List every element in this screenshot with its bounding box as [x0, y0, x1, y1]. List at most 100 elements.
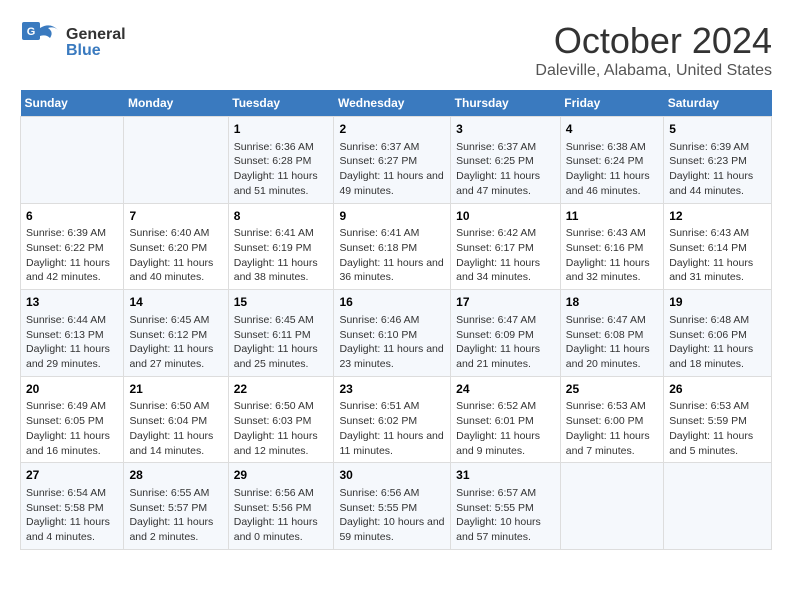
- day-info: Sunrise: 6:43 AMSunset: 6:16 PMDaylight:…: [566, 226, 658, 285]
- calendar-cell: 29 Sunrise: 6:56 AMSunset: 5:56 PMDayligh…: [228, 463, 334, 550]
- calendar-cell: 9Sunrise: 6:41 AMSunset: 6:18 PMDaylight…: [334, 203, 451, 290]
- day-info: Sunrise: 6:50 AMSunset: 6:04 PMDaylight:…: [129, 399, 222, 458]
- day-info: Sunrise: 6:45 AMSunset: 6:11 PMDaylight:…: [234, 313, 329, 372]
- day-number: 6: [26, 208, 118, 225]
- day-info: Sunrise: 6:50 AMSunset: 6:03 PMDaylight:…: [234, 399, 329, 458]
- calendar-cell: 24Sunrise: 6:52 AMSunset: 6:01 PMDayligh…: [451, 376, 561, 463]
- svg-text:G: G: [27, 26, 36, 38]
- day-info: Sunrise: 6:53 AMSunset: 6:00 PMDaylight:…: [566, 399, 658, 458]
- calendar-cell: 8Sunrise: 6:41 AMSunset: 6:19 PMDaylight…: [228, 203, 334, 290]
- day-number: 20: [26, 381, 118, 398]
- calendar-cell: 14 Sunrise: 6:45 AMSunset: 6:12 PMDayligh…: [124, 290, 228, 377]
- day-number: 21: [129, 381, 222, 398]
- day-info: Sunrise: 6:45 AMSunset: 6:12 PMDaylight:…: [129, 313, 222, 372]
- calendar-cell: 12Sunrise: 6:43 AMSunset: 6:14 PMDayligh…: [664, 203, 772, 290]
- day-number: 31: [456, 467, 555, 484]
- calendar-cell: 25Sunrise: 6:53 AMSunset: 6:00 PMDayligh…: [560, 376, 663, 463]
- calendar-cell: 22Sunrise: 6:50 AMSunset: 6:03 PMDayligh…: [228, 376, 334, 463]
- header-tuesday: Tuesday: [228, 90, 334, 117]
- calendar-cell: 23Sunrise: 6:51 AMSunset: 6:02 PMDayligh…: [334, 376, 451, 463]
- day-number: 12: [669, 208, 766, 225]
- calendar-cell: 3 Sunrise: 6:37 AMSunset: 6:25 PMDaylight…: [451, 117, 561, 204]
- day-info: Sunrise: 6:44 AMSunset: 6:13 PMDaylight:…: [26, 313, 118, 372]
- logo-blue-text: Blue: [66, 43, 126, 59]
- day-info: Sunrise: 6:53 AMSunset: 5:59 PMDaylight:…: [669, 399, 766, 458]
- calendar-cell: 28 Sunrise: 6:55 AMSunset: 5:57 PMDayligh…: [124, 463, 228, 550]
- calendar-cell: 10Sunrise: 6:42 AMSunset: 6:17 PMDayligh…: [451, 203, 561, 290]
- calendar-cell: [124, 117, 228, 204]
- day-info: Sunrise: 6:57 AMSunset: 5:55 PMDaylight:…: [456, 486, 555, 545]
- day-number: 19: [669, 294, 766, 311]
- calendar-cell: 16Sunrise: 6:46 AMSunset: 6:10 PMDayligh…: [334, 290, 451, 377]
- day-number: 8: [234, 208, 329, 225]
- calendar-cell: 27 Sunrise: 6:54 AMSunset: 5:58 PMDayligh…: [21, 463, 124, 550]
- day-info: Sunrise: 6:36 AMSunset: 6:28 PMDaylight:…: [234, 140, 329, 199]
- calendar-cell: 31 Sunrise: 6:57 AMSunset: 5:55 PMDayligh…: [451, 463, 561, 550]
- calendar-cell: [664, 463, 772, 550]
- calendar-cell: 18 Sunrise: 6:47 AMSunset: 6:08 PMDayligh…: [560, 290, 663, 377]
- day-info: Sunrise: 6:38 AMSunset: 6:24 PMDaylight:…: [566, 140, 658, 199]
- calendar-cell: 15 Sunrise: 6:45 AMSunset: 6:11 PMDayligh…: [228, 290, 334, 377]
- day-info: Sunrise: 6:56 AMSunset: 5:56 PMDaylight:…: [234, 486, 329, 545]
- calendar-cell: 21Sunrise: 6:50 AMSunset: 6:04 PMDayligh…: [124, 376, 228, 463]
- header-saturday: Saturday: [664, 90, 772, 117]
- day-info: Sunrise: 6:48 AMSunset: 6:06 PMDaylight:…: [669, 313, 766, 372]
- day-number: 16: [339, 294, 445, 311]
- day-number: 22: [234, 381, 329, 398]
- month-title: October 2024: [535, 20, 772, 62]
- day-number: 14: [129, 294, 222, 311]
- location-title: Daleville, Alabama, United States: [535, 62, 772, 80]
- logo-general-text: General: [66, 27, 126, 43]
- day-number: 5: [669, 121, 766, 138]
- day-number: 15: [234, 294, 329, 311]
- calendar-cell: [21, 117, 124, 204]
- day-info: Sunrise: 6:39 AMSunset: 6:23 PMDaylight:…: [669, 140, 766, 199]
- day-number: 24: [456, 381, 555, 398]
- logo-text-group: General Blue: [66, 27, 126, 59]
- day-info: Sunrise: 6:55 AMSunset: 5:57 PMDaylight:…: [129, 486, 222, 545]
- day-info: Sunrise: 6:51 AMSunset: 6:02 PMDaylight:…: [339, 399, 445, 458]
- day-info: Sunrise: 6:47 AMSunset: 6:08 PMDaylight:…: [566, 313, 658, 372]
- calendar-cell: 7Sunrise: 6:40 AMSunset: 6:20 PMDaylight…: [124, 203, 228, 290]
- calendar-cell: 26Sunrise: 6:53 AMSunset: 5:59 PMDayligh…: [664, 376, 772, 463]
- header-sunday: Sunday: [21, 90, 124, 117]
- day-info: Sunrise: 6:54 AMSunset: 5:58 PMDaylight:…: [26, 486, 118, 545]
- calendar-cell: 5 Sunrise: 6:39 AMSunset: 6:23 PMDaylight…: [664, 117, 772, 204]
- day-number: 17: [456, 294, 555, 311]
- day-number: 18: [566, 294, 658, 311]
- header-monday: Monday: [124, 90, 228, 117]
- day-number: 25: [566, 381, 658, 398]
- calendar-cell: 11Sunrise: 6:43 AMSunset: 6:16 PMDayligh…: [560, 203, 663, 290]
- day-number: 3: [456, 121, 555, 138]
- day-info: Sunrise: 6:37 AMSunset: 6:25 PMDaylight:…: [456, 140, 555, 199]
- day-info: Sunrise: 6:52 AMSunset: 6:01 PMDaylight:…: [456, 399, 555, 458]
- day-info: Sunrise: 6:43 AMSunset: 6:14 PMDaylight:…: [669, 226, 766, 285]
- page-header: G General Blue October 2024 Daleville, A…: [20, 20, 772, 80]
- day-number: 30: [339, 467, 445, 484]
- day-number: 28: [129, 467, 222, 484]
- day-info: Sunrise: 6:47 AMSunset: 6:09 PMDaylight:…: [456, 313, 555, 372]
- day-number: 13: [26, 294, 118, 311]
- day-info: Sunrise: 6:37 AMSunset: 6:27 PMDaylight:…: [339, 140, 445, 199]
- day-info: Sunrise: 6:49 AMSunset: 6:05 PMDaylight:…: [26, 399, 118, 458]
- day-number: 7: [129, 208, 222, 225]
- day-number: 11: [566, 208, 658, 225]
- calendar-cell: 6Sunrise: 6:39 AMSunset: 6:22 PMDaylight…: [21, 203, 124, 290]
- day-number: 1: [234, 121, 329, 138]
- calendar-cell: 1 Sunrise: 6:36 AMSunset: 6:28 PMDaylight…: [228, 117, 334, 204]
- calendar-cell: [560, 463, 663, 550]
- calendar-body: 1 Sunrise: 6:36 AMSunset: 6:28 PMDaylight…: [21, 117, 772, 550]
- day-info: Sunrise: 6:56 AMSunset: 5:55 PMDaylight:…: [339, 486, 445, 545]
- calendar-cell: 2Sunrise: 6:37 AMSunset: 6:27 PMDaylight…: [334, 117, 451, 204]
- calendar-week-4: 20Sunrise: 6:49 AMSunset: 6:05 PMDayligh…: [21, 376, 772, 463]
- calendar-table: Sunday Monday Tuesday Wednesday Thursday…: [20, 90, 772, 550]
- day-number: 29: [234, 467, 329, 484]
- calendar-week-3: 13 Sunrise: 6:44 AMSunset: 6:13 PMDayligh…: [21, 290, 772, 377]
- day-number: 9: [339, 208, 445, 225]
- logo: G General Blue: [20, 20, 126, 65]
- calendar-cell: 4 Sunrise: 6:38 AMSunset: 6:24 PMDaylight…: [560, 117, 663, 204]
- day-number: 4: [566, 121, 658, 138]
- day-number: 27: [26, 467, 118, 484]
- header-wednesday: Wednesday: [334, 90, 451, 117]
- day-number: 23: [339, 381, 445, 398]
